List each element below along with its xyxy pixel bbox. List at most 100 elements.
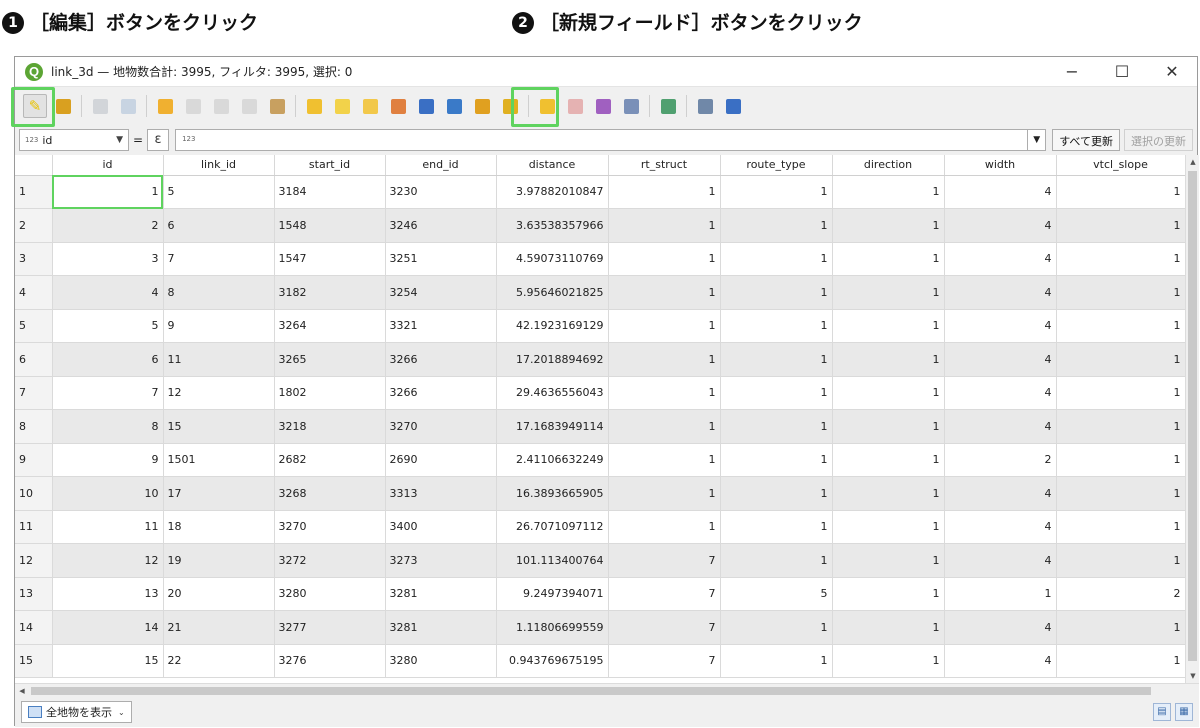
column-header-end-id[interactable]: end_id — [385, 155, 497, 176]
table-row[interactable]: 1 1 5 3184 3230 3.97882010847 1 1 1 4 1 — [15, 175, 1185, 209]
cell-rt-struct[interactable]: 1 — [608, 309, 721, 343]
table-row[interactable]: 6 6 11 3265 3266 17.2018894692 1 1 1 4 1 — [15, 342, 1185, 377]
cell-direction[interactable]: 1 — [832, 644, 945, 678]
close-button[interactable]: ✕ — [1147, 62, 1197, 81]
cell-distance[interactable]: 29.4636556043 — [496, 376, 609, 410]
row-header[interactable]: 2 — [15, 208, 53, 243]
cell-vtcl-slope[interactable]: 2 — [1056, 577, 1185, 611]
cell-distance[interactable]: 17.1683949114 — [496, 409, 609, 444]
cell-distance[interactable]: 0.943769675195 — [496, 644, 609, 678]
cell-route-type[interactable]: 1 — [720, 275, 833, 310]
cell-direction[interactable]: 1 — [832, 342, 945, 377]
column-header-distance[interactable]: distance — [496, 155, 609, 176]
cell-start-id[interactable]: 3265 — [274, 342, 386, 377]
select-by-expression-button[interactable] — [302, 94, 326, 118]
row-header[interactable]: 3 — [15, 242, 53, 276]
row-header[interactable]: 4 — [15, 275, 53, 310]
cell-end-id[interactable]: 3246 — [385, 208, 497, 243]
column-header-link-id[interactable]: link_id — [163, 155, 275, 176]
cell-direction[interactable]: 1 — [832, 543, 945, 578]
cell-route-type[interactable]: 1 — [720, 175, 833, 209]
table-row[interactable]: 10 10 17 3268 3313 16.3893665905 1 1 1 4 1 — [15, 476, 1185, 511]
cell-direction[interactable]: 1 — [832, 409, 945, 444]
cell-width[interactable]: 4 — [944, 644, 1057, 678]
cell-vtcl-slope[interactable]: 1 — [1056, 644, 1185, 678]
cell-start-id[interactable]: 3184 — [274, 175, 386, 209]
cell-start-id[interactable]: 3218 — [274, 409, 386, 444]
delete-field-button[interactable] — [563, 94, 587, 118]
cell-direction[interactable]: 1 — [832, 242, 945, 276]
cell-end-id[interactable]: 3281 — [385, 610, 497, 645]
cell-route-type[interactable]: 1 — [720, 242, 833, 276]
cell-direction[interactable]: 1 — [832, 443, 945, 477]
cell-id[interactable]: 11 — [52, 510, 164, 544]
row-header[interactable]: 12 — [15, 543, 53, 578]
cell-distance[interactable]: 26.7071097112 — [496, 510, 609, 544]
cell-width[interactable]: 4 — [944, 376, 1057, 410]
cell-width[interactable]: 4 — [944, 208, 1057, 243]
corner-header[interactable] — [15, 155, 53, 176]
cell-rt-struct[interactable]: 1 — [608, 476, 721, 511]
cell-vtcl-slope[interactable]: 1 — [1056, 242, 1185, 276]
cut-button[interactable] — [209, 94, 233, 118]
row-header[interactable]: 11 — [15, 510, 53, 544]
cell-rt-struct[interactable]: 7 — [608, 543, 721, 578]
cell-direction[interactable]: 1 — [832, 275, 945, 310]
cell-distance[interactable]: 17.2018894692 — [496, 342, 609, 377]
cell-vtcl-slope[interactable]: 1 — [1056, 208, 1185, 243]
cell-link-id[interactable]: 17 — [163, 476, 275, 511]
cell-vtcl-slope[interactable]: 1 — [1056, 409, 1185, 444]
row-header[interactable]: 1 — [15, 175, 53, 209]
cell-vtcl-slope[interactable]: 1 — [1056, 175, 1185, 209]
column-header-rt-struct[interactable]: rt_struct — [608, 155, 721, 176]
cell-distance[interactable]: 4.59073110769 — [496, 242, 609, 276]
cell-width[interactable]: 4 — [944, 175, 1057, 209]
cell-width[interactable]: 2 — [944, 443, 1057, 477]
column-header-vtcl-slope[interactable]: vtcl_slope — [1056, 155, 1185, 176]
cell-width[interactable]: 4 — [944, 275, 1057, 310]
filter-button[interactable] — [414, 94, 438, 118]
cell-distance[interactable]: 101.113400764 — [496, 543, 609, 578]
deselect-all-button[interactable] — [386, 94, 410, 118]
vertical-scroll-thumb[interactable] — [1188, 171, 1197, 661]
cell-id[interactable]: 4 — [52, 275, 164, 310]
cell-link-id[interactable]: 20 — [163, 577, 275, 611]
table-row[interactable]: 2 2 6 1548 3246 3.63538357966 1 1 1 4 1 — [15, 208, 1185, 243]
table-row[interactable]: 13 13 20 3280 3281 9.2497394071 7 5 1 1 2 — [15, 577, 1185, 611]
cell-end-id[interactable]: 3321 — [385, 309, 497, 343]
row-header[interactable]: 10 — [15, 476, 53, 511]
cell-route-type[interactable]: 1 — [720, 409, 833, 444]
cell-rt-struct[interactable]: 1 — [608, 376, 721, 410]
cell-distance[interactable]: 16.3893665905 — [496, 476, 609, 511]
select-all-button[interactable] — [330, 94, 354, 118]
cell-route-type[interactable]: 1 — [720, 342, 833, 377]
cell-rt-struct[interactable]: 1 — [608, 443, 721, 477]
cell-end-id[interactable]: 3313 — [385, 476, 497, 511]
cell-rt-struct[interactable]: 1 — [608, 275, 721, 310]
update-all-button[interactable]: すべて更新 — [1052, 129, 1120, 151]
cell-width[interactable]: 4 — [944, 409, 1057, 444]
paste-button[interactable] — [265, 94, 289, 118]
cell-direction[interactable]: 1 — [832, 376, 945, 410]
cell-rt-struct[interactable]: 1 — [608, 175, 721, 209]
row-header[interactable]: 8 — [15, 409, 53, 444]
conditional-formatting-button[interactable] — [619, 94, 643, 118]
cell-vtcl-slope[interactable]: 1 — [1056, 376, 1185, 410]
show-all-features-button[interactable]: 全地物を表示 ⌄ — [21, 701, 132, 723]
cell-width[interactable]: 4 — [944, 610, 1057, 645]
cell-start-id[interactable]: 3277 — [274, 610, 386, 645]
cell-rt-struct[interactable]: 1 — [608, 409, 721, 444]
cell-end-id[interactable]: 3251 — [385, 242, 497, 276]
cell-vtcl-slope[interactable]: 1 — [1056, 510, 1185, 544]
cell-direction[interactable]: 1 — [832, 577, 945, 611]
form-view-icon[interactable]: ▤ — [1153, 703, 1171, 721]
cell-start-id[interactable]: 3272 — [274, 543, 386, 578]
row-header[interactable]: 15 — [15, 644, 53, 678]
cell-link-id[interactable]: 1501 — [163, 443, 275, 477]
cell-rt-struct[interactable]: 1 — [608, 208, 721, 243]
cell-link-id[interactable]: 9 — [163, 309, 275, 343]
row-header[interactable]: 9 — [15, 443, 53, 477]
scroll-left-icon[interactable]: ◀ — [15, 684, 29, 698]
cell-direction[interactable]: 1 — [832, 610, 945, 645]
cell-id[interactable]: 5 — [52, 309, 164, 343]
